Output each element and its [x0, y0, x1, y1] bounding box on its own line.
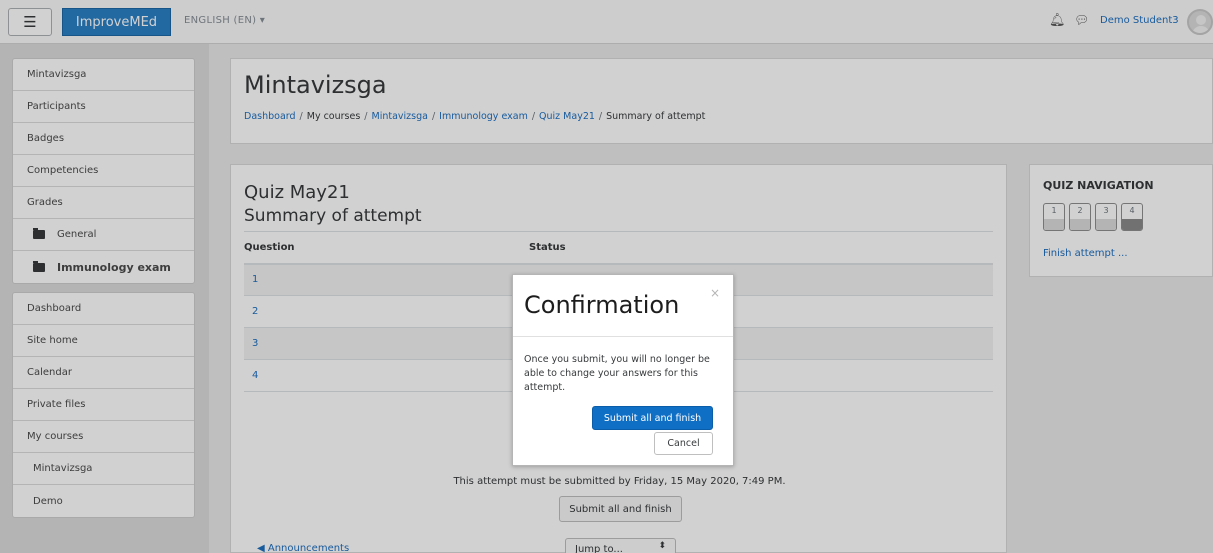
confirm-submit-button[interactable]: Submit all and finish	[592, 406, 713, 430]
dialog-header: Confirmation ×	[513, 275, 733, 337]
dialog-message: Once you submit, you will no longer be a…	[524, 354, 710, 393]
cancel-button[interactable]: Cancel	[654, 432, 713, 455]
confirmation-dialog: Confirmation × Once you submit, you will…	[512, 274, 734, 466]
dialog-title: Confirmation	[524, 291, 680, 319]
close-icon[interactable]: ×	[710, 286, 720, 300]
